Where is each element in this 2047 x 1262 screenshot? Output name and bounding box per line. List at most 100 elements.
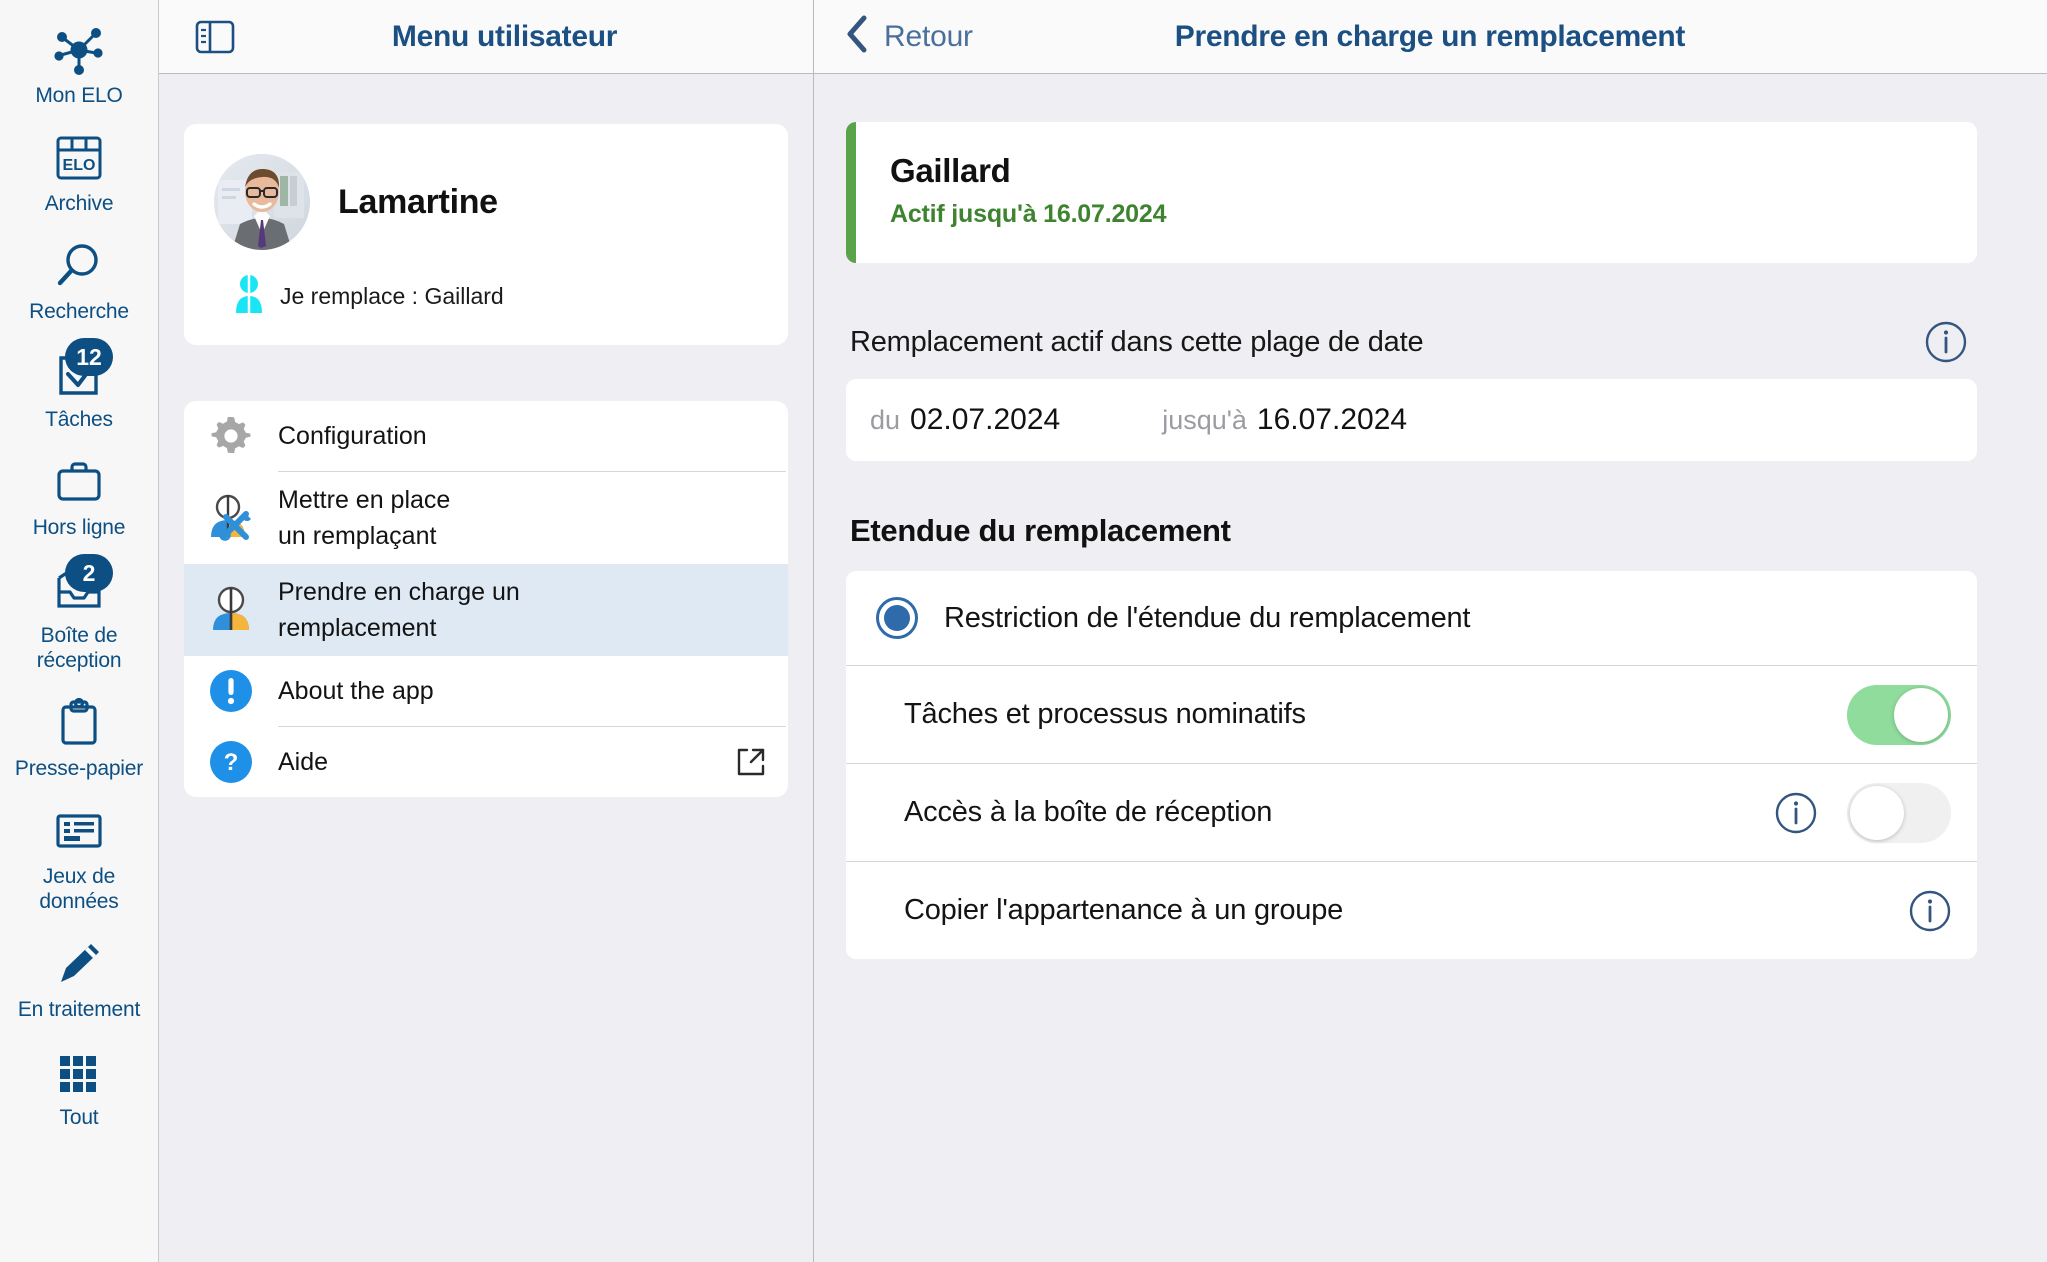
checkbox-tasks-icon: 12 <box>51 338 113 402</box>
scope-section-title: Etendue du remplacement <box>850 513 1231 548</box>
inbox-tray-icon: 2 <box>51 554 113 618</box>
sidebar-item-label: Boîte de réception <box>36 624 122 672</box>
sidebar-item-9[interactable]: Tout <box>0 1032 159 1140</box>
status-name: Gaillard <box>890 152 1011 189</box>
scope-restriction-radio-row[interactable]: Restriction de l'étendue du remplacement <box>846 571 1977 665</box>
scope-row-label: Copier l'appartenance à un groupe <box>904 894 1344 926</box>
sidebar-badge-3: 12 <box>65 338 113 376</box>
date-to-prefix: jusqu'à <box>1162 405 1247 435</box>
info-circle-icon[interactable] <box>1775 792 1817 834</box>
menu-item-label: Configuration <box>278 422 427 450</box>
svg-text:ELO: ELO <box>63 157 96 174</box>
question-help-icon: ? <box>206 737 256 787</box>
info-circle-icon[interactable] <box>1909 890 1951 932</box>
sidebar-item-0[interactable]: Mon ELO <box>0 10 159 118</box>
status-active-until: Actif jusqu'à 16.07.2024 <box>890 200 1167 228</box>
menu-item-label: Mettre en place un remplaçant <box>278 486 451 550</box>
sidebar-item-label: Mon ELO <box>35 84 123 107</box>
date-to-value: 16.07.2024 <box>1256 403 1408 436</box>
status-card: Gaillard Actif jusqu'à 16.07.2024 <box>846 122 1977 263</box>
substitute-text: Je remplace : Gaillard <box>280 283 504 309</box>
user-menu-body: Lamartine Je remplace : Gaillard Configu… <box>159 74 813 1262</box>
menu-item-label: Prendre en charge un remplacement <box>278 578 520 642</box>
menu-item-1[interactable]: Mettre en place un remplaçant <box>184 472 788 564</box>
menu-item-2[interactable]: Prendre en charge un remplacement <box>184 564 788 656</box>
scope-row-label: Accès à la boîte de réception <box>904 796 1273 828</box>
date-range-section-header: Remplacement actif dans cette plage de d… <box>846 321 1977 363</box>
scope-restriction-label: Restriction de l'étendue du remplacement <box>944 601 1471 634</box>
sidebar-item-5[interactable]: 2 Boîte de réception <box>0 550 159 683</box>
profile-card: Lamartine Je remplace : Gaillard <box>184 124 788 345</box>
briefcase-icon <box>51 454 107 510</box>
info-exclamation-icon <box>206 666 256 716</box>
info-circle-icon[interactable] <box>1925 321 1967 363</box>
user-menu-list: Configuration Mettre en place un remplaça… <box>184 401 788 797</box>
replacement-detail-panel: Retour Prendre en charge un remplacement… <box>814 0 2047 1262</box>
pencil-icon <box>51 936 107 992</box>
person-substitute-icon <box>232 274 266 319</box>
elo-archive-icon: ELO <box>51 130 107 186</box>
date-range-field[interactable]: du 02.07.2024 jusqu'à 16.07.2024 <box>846 379 1977 461</box>
left-navigation-rail: Mon ELO ELO Archive Recherche 12 Tâches H… <box>0 0 159 1262</box>
sidebar-panel-icon[interactable] <box>194 16 236 58</box>
scope-row-controls <box>1909 890 1951 932</box>
dataset-card-icon <box>51 803 107 859</box>
date-range-label: Remplacement actif dans cette plage de d… <box>850 325 1424 358</box>
sidebar-item-label: Tout <box>59 1106 99 1129</box>
toggle-switch-0[interactable] <box>1847 684 1951 745</box>
sidebar-item-8[interactable]: En traitement <box>0 924 159 1032</box>
sidebar-item-label: Tâches <box>45 408 113 431</box>
svg-text:?: ? <box>224 749 239 776</box>
scope-card: Restriction de l'étendue du remplacement… <box>846 571 1977 959</box>
sidebar-item-label: En traitement <box>17 998 141 1021</box>
toggle-switch-1[interactable] <box>1847 782 1951 843</box>
menu-item-0[interactable]: Configuration <box>184 401 788 471</box>
radio-inner-dot <box>884 605 910 631</box>
person-tools-icon <box>206 493 256 543</box>
sidebar-badge-5: 2 <box>65 554 113 592</box>
scope-row-controls <box>1847 684 1951 745</box>
profile-top: Lamartine <box>214 154 758 250</box>
sidebar-item-2[interactable]: Recherche <box>0 226 159 334</box>
menu-item-label: Aide <box>278 748 329 776</box>
network-hub-icon <box>51 22 107 78</box>
toggle-knob <box>1850 785 1904 840</box>
sidebar-item-1[interactable]: ELO Archive <box>0 118 159 226</box>
substitute-info: Je remplace : Gaillard <box>214 274 758 319</box>
user-menu-panel: Menu utilisateur Lamartine Je remplace:… <box>159 0 814 1262</box>
date-to[interactable]: jusqu'à 16.07.2024 <box>1162 403 1407 437</box>
scope-row-0: Tâches et processus nominatifs <box>846 665 1977 763</box>
back-label: Retour <box>884 19 973 53</box>
detail-title: Prendre en charge un remplacement <box>1174 19 1686 53</box>
profile-name: Lamartine <box>338 182 498 221</box>
scope-rows: Tâches et processus nominatifs Accès à la… <box>846 665 1977 959</box>
scope-row-label: Tâches et processus nominatifs <box>904 698 1306 730</box>
menu-item-4[interactable]: ? Aide <box>184 727 788 797</box>
clipboard-icon <box>51 695 107 751</box>
user-menu-title: Menu utilisateur <box>391 19 618 53</box>
sidebar-item-label: Jeux de données <box>39 865 119 913</box>
sidebar-item-3[interactable]: 12 Tâches <box>0 334 159 442</box>
detail-header: Retour Prendre en charge un remplacement <box>814 0 2047 74</box>
external-link-icon[interactable] <box>736 747 766 777</box>
chevron-left-icon <box>844 14 870 59</box>
sidebar-item-4[interactable]: Hors ligne <box>0 442 159 550</box>
menu-item-3[interactable]: About the app <box>184 656 788 726</box>
sidebar-item-6[interactable]: Presse-papier <box>0 683 159 791</box>
radio-selected-icon[interactable] <box>876 597 918 639</box>
avatar <box>214 154 310 250</box>
toggle-knob <box>1894 687 1948 742</box>
date-from[interactable]: du 02.07.2024 <box>870 403 1060 437</box>
sidebar-item-7[interactable]: Jeux de données <box>0 791 159 924</box>
grid-all-icon <box>51 1044 107 1100</box>
back-button[interactable]: Retour <box>844 14 973 59</box>
gear-icon <box>206 411 256 461</box>
scope-row-2: Copier l'appartenance à un groupe <box>846 861 1977 959</box>
sidebar-item-label: Presse-papier <box>14 757 144 780</box>
menu-item-label: About the app <box>278 677 434 705</box>
sidebar-item-label: Archive <box>44 192 114 215</box>
search-icon <box>51 238 107 294</box>
scope-row-controls <box>1775 782 1951 843</box>
detail-body: Gaillard Actif jusqu'à 16.07.2024 Rempla… <box>814 74 2047 1262</box>
date-from-prefix: du <box>870 405 901 435</box>
